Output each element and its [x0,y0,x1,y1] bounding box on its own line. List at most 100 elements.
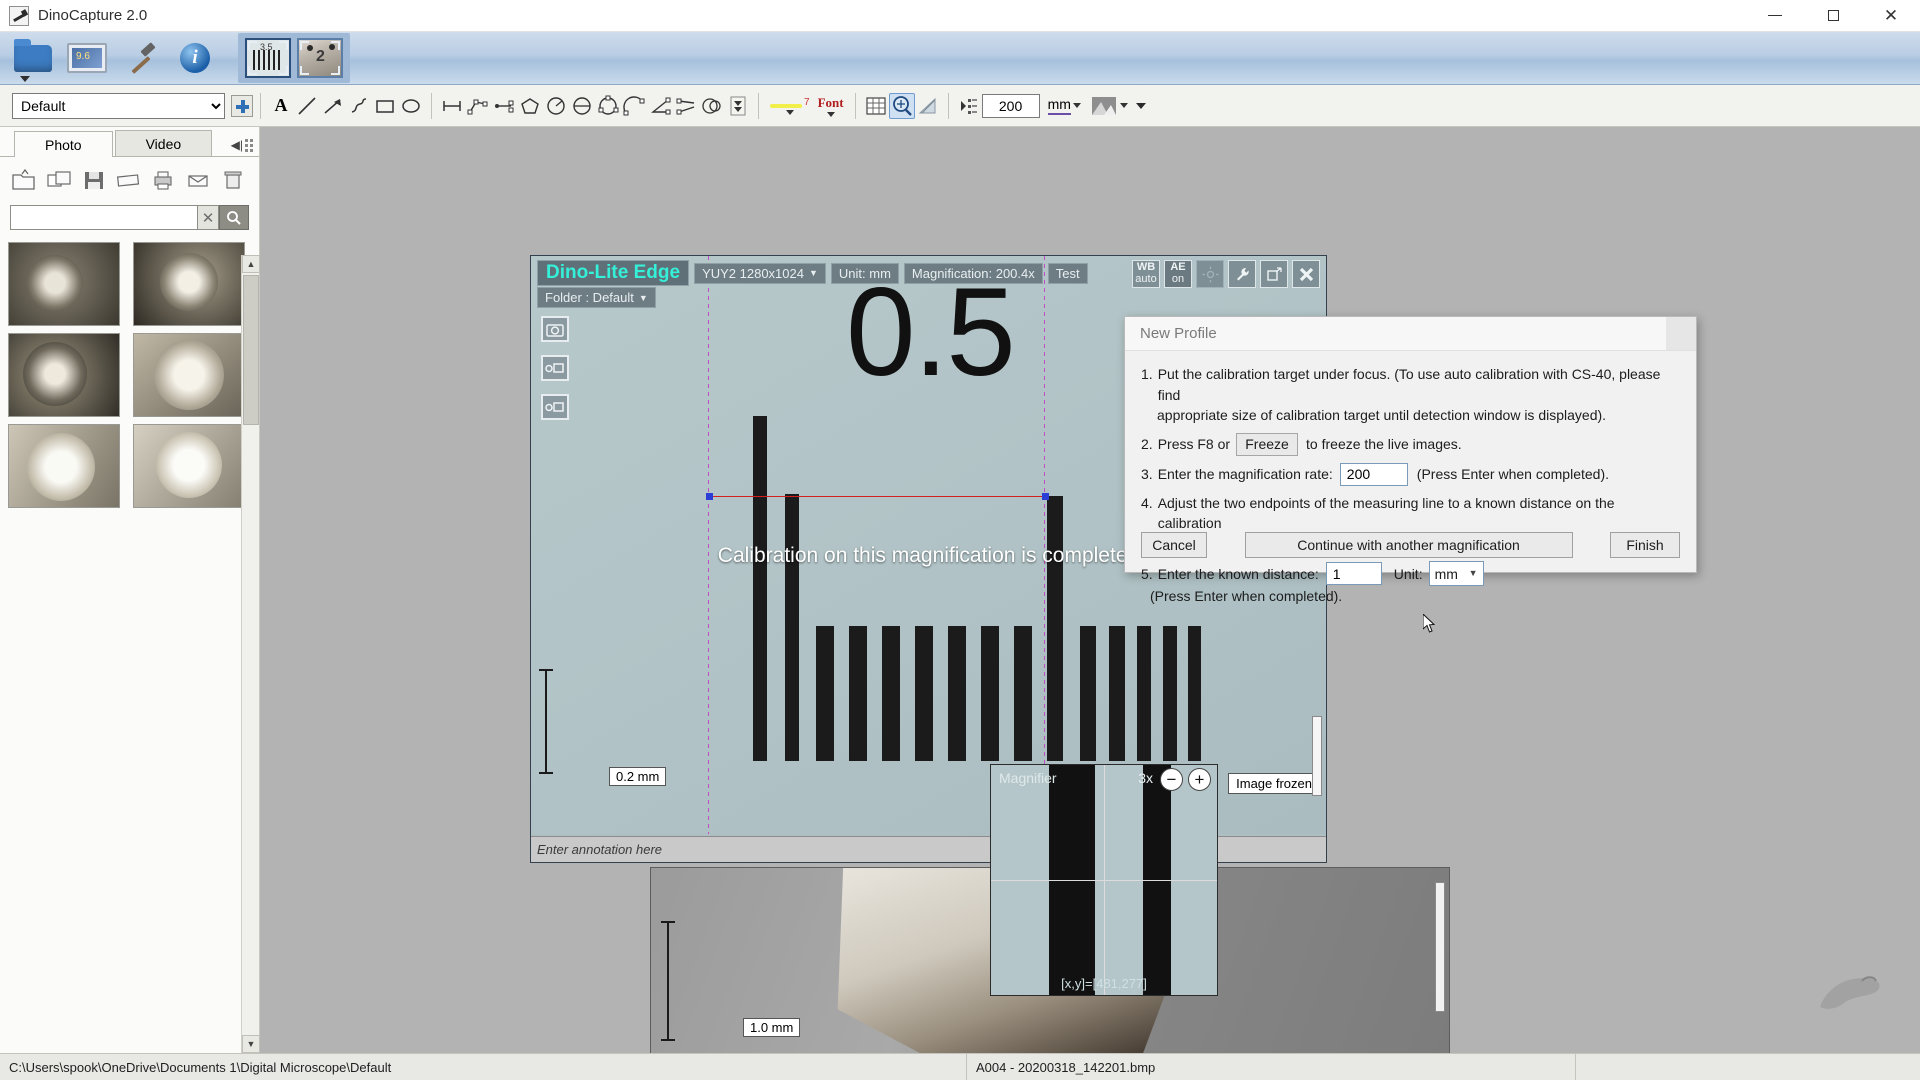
line-tool[interactable] [294,93,320,119]
continue-another-magnification-button[interactable]: Continue with another magnification [1244,532,1573,558]
close-button[interactable]: ✕ [1862,0,1920,32]
unit-dropdown[interactable]: mm [1047,96,1081,115]
thumbnail-6[interactable] [133,424,245,508]
info-button[interactable]: i [168,35,222,81]
add-profile-button[interactable] [231,94,253,117]
measure-polygon-tool[interactable] [517,93,543,119]
sidebar-scrollbar[interactable]: ▲ ▼ [241,255,260,1053]
freehand-tool[interactable] [346,93,372,119]
rectangle-tool[interactable] [372,93,398,119]
cancel-button[interactable]: Cancel [1141,532,1207,558]
table-view-button[interactable] [863,93,889,119]
arrow-tool[interactable] [320,93,346,119]
clear-search-button[interactable]: ✕ [197,205,219,230]
measure-polyline-tool[interactable] [465,93,491,119]
search-input[interactable] [10,205,197,230]
measure-circle-radius-tool[interactable] [543,93,569,119]
open-image-button[interactable] [10,167,40,193]
close-camera-window-button[interactable] [1292,260,1320,288]
finish-button[interactable]: Finish [1610,532,1680,558]
screen-capture-button[interactable] [60,35,114,81]
font-picker[interactable]: Font [814,95,848,117]
thumbnail-2[interactable] [133,242,245,326]
maximize-button[interactable] [1804,0,1862,32]
video-format-dropdown[interactable]: YUY2 1280x1024 ▼ [694,262,826,284]
open-folder-button[interactable] [6,35,60,82]
record-video-button[interactable] [541,355,569,381]
more-measure-tools[interactable] [725,93,751,119]
scroll-up-button[interactable]: ▲ [242,255,260,273]
step-2-text-after: to freeze the live images. [1306,435,1462,452]
ruler-tool-button[interactable] [915,93,941,119]
thumbnail-3[interactable] [8,333,120,417]
magnifier-popup[interactable]: Magnifier 3x − + [x,y]=[481,277] [990,764,1218,996]
folder-icon [14,38,52,82]
texture-tool-group[interactable] [1091,95,1128,117]
thumbnail-1[interactable] [8,242,120,326]
profile-select[interactable]: Default [12,92,225,119]
magnifier-zoom-in-button[interactable]: + [1188,768,1211,791]
magnifier-zoom-out-button[interactable]: − [1160,768,1183,791]
hammer-icon [124,41,158,75]
magnifier-tool-button[interactable] [888,92,915,119]
white-balance-button[interactable]: WB auto [1132,260,1160,288]
ellipse-tool[interactable] [398,93,424,119]
known-distance-input[interactable] [1325,562,1382,586]
delete-image-button[interactable] [219,167,249,193]
magnification-chip[interactable]: Magnification: 200.4x [903,262,1043,284]
minimize-button[interactable] [1746,0,1804,32]
camera-settings-button[interactable] [1228,260,1256,288]
sample-scrollbar[interactable] [1435,882,1445,1012]
calibration-header: Dino-Lite Edge YUY2 1280x1024 ▼ Unit: mm… [537,260,1088,286]
measure-concentric-circle-tool[interactable] [699,93,725,119]
toolbar-overflow-button[interactable] [1135,102,1146,109]
test-button[interactable]: Test [1047,262,1088,284]
calibration-target-tab[interactable]: 3.5 [245,38,291,78]
measure-length-tool[interactable] [439,93,465,119]
tab-video[interactable]: Video [114,130,213,156]
new-profile-dialog[interactable]: New Profile 1. Put the calibration targe… [1124,316,1697,604]
measure-point-line-tool[interactable] [491,93,517,119]
print-image-button[interactable] [149,167,179,193]
toolbar-divider-4 [854,92,856,119]
measure-circle-diameter-tool[interactable] [569,93,595,119]
folder-dropdown[interactable]: Folder : Default ▼ [537,287,656,308]
line-width-picker[interactable]: 7 [766,97,814,115]
measuring-endpoint-left[interactable] [706,493,713,500]
led-brightness-button[interactable] [1196,260,1224,288]
measuring-line[interactable] [709,496,1047,497]
measuring-endpoint-right[interactable] [1042,493,1049,500]
magnification-input[interactable] [981,93,1040,118]
scroll-thumb[interactable] [243,275,259,425]
text-tool[interactable]: A [268,93,294,119]
magnification-list-icon[interactable] [960,95,978,117]
scroll-down-button[interactable]: ▼ [242,1035,260,1053]
unit-chip[interactable]: Unit: mm [830,262,899,284]
calibration-scrollbar[interactable] [1312,716,1322,796]
dialog-close-button[interactable] [1666,317,1696,350]
thumbnail-4[interactable] [133,333,245,417]
capture-photo-button[interactable] [541,316,569,342]
collapse-sidebar-button[interactable]: ◀| [231,138,253,152]
measure-arc-tool[interactable] [621,93,647,119]
tab-photo[interactable]: Photo [14,131,113,157]
sample-image-tab[interactable]: 2 [297,38,343,78]
unit-select[interactable]: mm ▼ [1428,561,1484,587]
save-image-button[interactable] [80,167,110,193]
step-2-number: 2. [1141,435,1153,452]
resize-window-button[interactable] [1260,260,1288,288]
freeze-button[interactable]: Freeze [1236,432,1299,456]
magnifier-coordinates: [x,y]=[481,277] [1061,976,1147,991]
auto-exposure-button[interactable]: AE on [1164,260,1192,288]
magnification-rate-input[interactable] [1339,462,1408,486]
measure-3point-circle-tool[interactable] [595,93,621,119]
copy-image-button[interactable] [45,167,75,193]
thumbnail-5[interactable] [8,424,120,508]
tools-button[interactable] [114,35,168,81]
email-image-button[interactable] [184,167,214,193]
rename-image-button[interactable] [114,167,144,193]
measure-4point-angle-tool[interactable] [673,93,699,119]
search-button[interactable] [219,205,249,230]
timelapse-button[interactable] [541,394,569,420]
measure-angle-tool[interactable] [647,93,673,119]
